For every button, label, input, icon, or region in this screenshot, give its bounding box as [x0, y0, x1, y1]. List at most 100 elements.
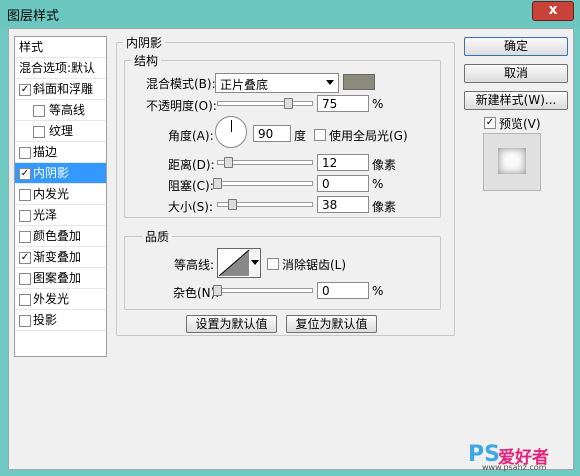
size-slider-thumb[interactable] — [228, 199, 238, 210]
noise-input[interactable]: 0 — [317, 282, 369, 299]
checkbox-unchecked[interactable] — [19, 273, 31, 285]
style-item-color-overlay[interactable]: 颜色叠加 — [15, 226, 106, 247]
opacity-input[interactable]: 75 — [317, 95, 369, 112]
reset-default-button[interactable]: 复位为默认值 — [286, 315, 377, 333]
choke-input[interactable]: 0 — [317, 175, 369, 192]
watermark-url: www.psahz.com — [482, 463, 547, 472]
checkbox-unchecked[interactable] — [19, 231, 31, 243]
size-input[interactable]: 38 — [317, 196, 369, 213]
style-item-outer-glow[interactable]: 外发光 — [15, 289, 106, 310]
checkbox-unchecked[interactable] — [19, 315, 31, 327]
antialias-label: 消除锯齿(L) — [282, 258, 347, 272]
contour-dropdown-button[interactable] — [250, 248, 261, 278]
opacity-slider-thumb[interactable] — [283, 98, 293, 109]
distance-slider-thumb[interactable] — [224, 157, 234, 168]
angle-dial-hand — [231, 120, 232, 132]
ok-button[interactable]: 确定 — [464, 37, 568, 56]
quality-title: 品质 — [142, 228, 173, 245]
window-title: 图层样式 — [7, 9, 60, 24]
angle-label: 角度(A): — [168, 129, 214, 143]
style-item-inner-glow[interactable]: 内发光 — [15, 184, 106, 205]
checkbox-unchecked[interactable] — [19, 294, 31, 306]
new-style-button[interactable]: 新建样式(W)... — [464, 91, 568, 110]
style-item-pattern-overlay[interactable]: 图案叠加 — [15, 268, 106, 289]
style-item-contour[interactable]: 等高线 — [15, 100, 106, 121]
blend-mode-label: 混合模式(B): — [146, 77, 216, 91]
choke-label: 阻塞(C): — [168, 179, 214, 193]
noise-slider-thumb[interactable] — [213, 285, 222, 296]
dialog-window: 图层样式 x 样式 混合选项:默认 ✓ 斜面和浮雕 等高线 纹理 描边 ✓ 内阴影 … — [0, 0, 580, 476]
style-item-satin[interactable]: 光泽 — [15, 205, 106, 226]
checkbox-unchecked[interactable] — [33, 126, 45, 138]
choke-slider[interactable] — [217, 181, 313, 186]
checkbox-unchecked[interactable] — [19, 189, 31, 201]
close-button[interactable]: x — [532, 1, 574, 21]
choke-slider-thumb[interactable] — [213, 178, 222, 189]
preview-swatch — [498, 148, 526, 174]
checkbox-checked[interactable]: ✓ — [19, 252, 31, 264]
checkbox-unchecked[interactable] — [19, 210, 31, 222]
opacity-slider[interactable] — [217, 101, 313, 106]
style-item-label: 图案叠加 — [33, 271, 82, 285]
style-item-label: 外发光 — [33, 292, 70, 306]
blend-mode-value: 正片叠底 — [220, 78, 269, 92]
style-item-label: 内发光 — [33, 187, 70, 201]
size-unit: 像素 — [372, 200, 397, 214]
style-item-blending-options[interactable]: 混合选项:默认 — [15, 58, 106, 79]
quality-group — [124, 236, 441, 310]
opacity-label: 不透明度(O): — [146, 99, 217, 113]
style-item-texture[interactable]: 纹理 — [15, 121, 106, 142]
style-item-bevel-emboss[interactable]: ✓ 斜面和浮雕 — [15, 79, 106, 100]
global-light-checkbox[interactable] — [314, 129, 326, 141]
style-item-label: 纹理 — [49, 124, 74, 138]
checkbox-checked[interactable]: ✓ — [19, 168, 31, 180]
close-icon: x — [548, 2, 558, 18]
antialias-checkbox[interactable] — [267, 258, 279, 270]
style-item-label: 颜色叠加 — [33, 229, 82, 243]
distance-label: 距离(D): — [168, 158, 215, 172]
blend-mode-select[interactable]: 正片叠底 — [215, 73, 339, 93]
style-item-label: 内阴影 — [33, 166, 70, 180]
distance-unit: 像素 — [372, 158, 397, 172]
angle-input[interactable]: 90 — [253, 125, 291, 142]
checkbox-checked[interactable]: ✓ — [19, 84, 31, 96]
structure-title: 结构 — [131, 52, 162, 69]
size-label: 大小(S): — [168, 200, 214, 214]
angle-unit: 度 — [294, 129, 307, 143]
checkbox-unchecked[interactable] — [33, 105, 45, 117]
preview-label: 预览(V) — [499, 117, 541, 131]
style-item-stroke[interactable]: 描边 — [15, 142, 106, 163]
noise-slider[interactable] — [217, 288, 313, 293]
inner-shadow-title: 内阴影 — [123, 34, 166, 51]
style-preview-thumbnail — [483, 133, 541, 191]
style-item-label: 渐变叠加 — [33, 250, 82, 264]
choke-unit: % — [372, 177, 384, 191]
style-item-inner-shadow[interactable]: ✓ 内阴影 — [15, 163, 106, 184]
style-item-label: 斜面和浮雕 — [33, 82, 94, 96]
chevron-down-icon — [251, 260, 259, 265]
style-item-label: 混合选项:默认 — [19, 61, 96, 75]
contour-picker[interactable] — [217, 248, 251, 278]
style-item-label: 等高线 — [49, 103, 86, 117]
style-item-label: 描边 — [33, 145, 58, 159]
title-bar[interactable]: 图层样式 x — [0, 0, 580, 28]
shadow-color-swatch[interactable] — [343, 74, 375, 90]
style-item-drop-shadow[interactable]: 投影 — [15, 310, 106, 331]
style-item-label: 光泽 — [33, 208, 58, 222]
checkbox-unchecked[interactable] — [19, 147, 31, 159]
style-list-header[interactable]: 样式 — [15, 37, 106, 58]
opacity-unit: % — [372, 97, 384, 111]
distance-input[interactable]: 12 — [317, 154, 369, 171]
angle-dial[interactable] — [215, 116, 247, 148]
cancel-button[interactable]: 取消 — [464, 64, 568, 83]
style-list: 样式 混合选项:默认 ✓ 斜面和浮雕 等高线 纹理 描边 ✓ 内阴影 内发光 光泽 … — [14, 36, 107, 357]
style-item-gradient-overlay[interactable]: ✓ 渐变叠加 — [15, 247, 106, 268]
global-light-label: 使用全局光(G) — [329, 129, 408, 143]
dialog-client: 样式 混合选项:默认 ✓ 斜面和浮雕 等高线 纹理 描边 ✓ 内阴影 内发光 光泽 … — [8, 28, 574, 470]
style-item-label: 投影 — [33, 313, 58, 327]
set-default-button[interactable]: 设置为默认值 — [186, 315, 277, 333]
preview-checkbox[interactable]: ✓ — [484, 117, 496, 129]
style-list-header-label: 样式 — [19, 40, 44, 54]
contour-curve-icon — [218, 249, 250, 277]
noise-unit: % — [372, 284, 384, 298]
